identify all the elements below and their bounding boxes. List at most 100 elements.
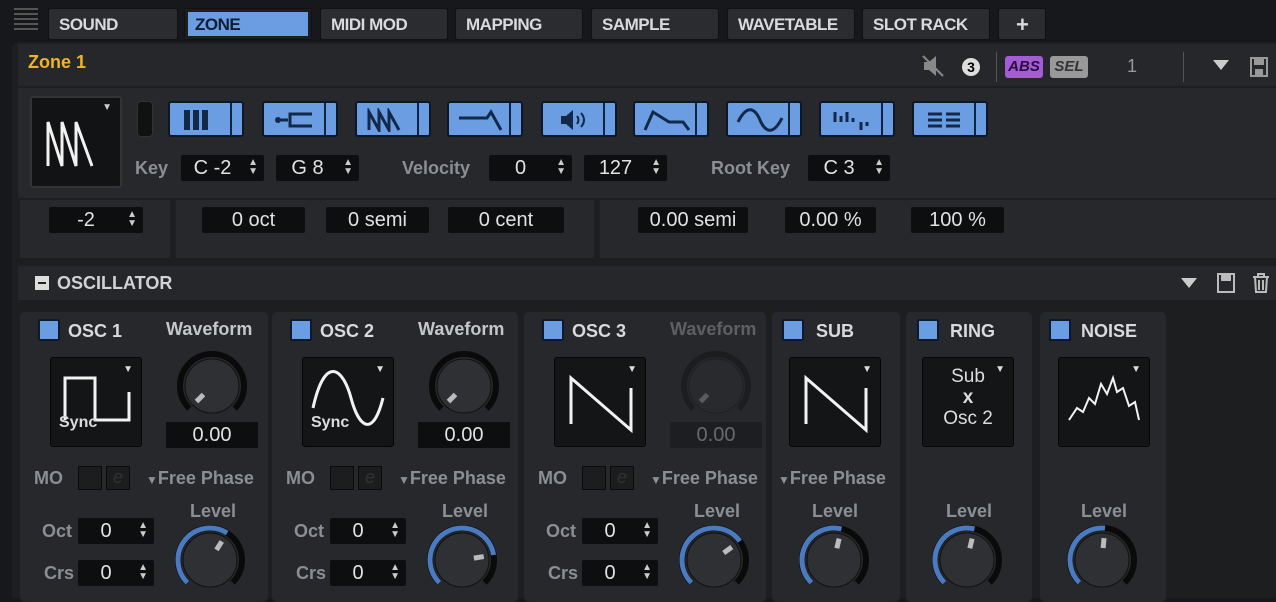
waveform-value[interactable]: 0.00 xyxy=(418,422,510,448)
oct-label: Oct xyxy=(294,521,325,541)
root-key-label: Root Key xyxy=(711,158,791,178)
oct-field[interactable]: 0 ▲ ▼ xyxy=(582,518,658,544)
delete-icon[interactable] xyxy=(1252,273,1270,293)
mute-icon[interactable] xyxy=(922,54,944,78)
tab-sample[interactable]: SAMPLE xyxy=(591,8,719,40)
e-button[interactable]: e xyxy=(610,466,634,490)
waveform-selector[interactable]: ▼ Sync xyxy=(50,357,142,447)
divider xyxy=(1183,52,1184,82)
knob[interactable] xyxy=(174,348,250,424)
e-button[interactable]: e xyxy=(106,466,130,490)
noise-type-selector[interactable]: ▼ xyxy=(1058,357,1150,447)
ring-level-label: Level xyxy=(946,501,993,521)
osc-enable-checkbox[interactable] xyxy=(290,319,312,341)
noise-level-label: Level xyxy=(1081,501,1128,521)
ring-name: RING xyxy=(950,321,995,341)
phase-dropdown[interactable]: ▼Free Phase xyxy=(650,468,758,489)
cent-field[interactable]: 0 cent xyxy=(448,207,564,233)
oct-field[interactable]: 0 ▲ ▼ xyxy=(330,518,406,544)
knob[interactable] xyxy=(678,348,754,424)
voice-group-icon[interactable]: 3 xyxy=(956,52,986,82)
mo-checkbox[interactable] xyxy=(78,466,102,490)
filter-icon xyxy=(459,109,503,131)
filter-editor-button[interactable] xyxy=(447,101,523,137)
modulation-matrix-icon xyxy=(928,112,960,128)
velocity-low-field[interactable]: 0 ▲ ▼ xyxy=(489,155,572,181)
tab-zone[interactable]: ZONE xyxy=(184,8,312,40)
ring-enable-checkbox[interactable] xyxy=(917,319,939,341)
speaker-icon xyxy=(561,110,585,130)
collapse-icon[interactable] xyxy=(35,276,49,290)
phase-dropdown[interactable]: ▼Free Phase xyxy=(146,468,254,489)
keyboard-editor-button[interactable] xyxy=(168,101,244,137)
key-low-field[interactable]: C -2 ▲ ▼ xyxy=(181,155,264,181)
add-tab-button[interactable]: + xyxy=(998,8,1046,40)
modulation-matrix-button[interactable] xyxy=(912,101,988,137)
knob[interactable] xyxy=(172,522,248,598)
waveform-label: Waveform xyxy=(670,319,757,339)
abs-button[interactable]: ABS xyxy=(1005,56,1043,78)
tab-midi-mod[interactable]: MIDI MOD xyxy=(320,8,448,40)
lfo-editor-button[interactable] xyxy=(726,101,802,137)
waveform-value[interactable]: 0.00 xyxy=(670,422,762,448)
sub-enable-checkbox[interactable] xyxy=(782,319,804,341)
sync-label: Sync xyxy=(59,414,98,431)
noise-enable-checkbox[interactable] xyxy=(1049,319,1071,341)
step-modulator-editor-button[interactable] xyxy=(819,101,895,137)
knob[interactable] xyxy=(424,522,500,598)
level-percent-field[interactable]: 100 % xyxy=(911,207,1004,233)
zone-type-selector[interactable]: ▼ xyxy=(30,96,122,188)
octave-field[interactable]: 0 oct xyxy=(202,207,305,233)
crs-field[interactable]: 0 ▲ ▼ xyxy=(330,560,406,586)
knob[interactable] xyxy=(796,522,872,598)
sel-button[interactable]: SEL xyxy=(1050,56,1088,78)
pitch-semi-field[interactable]: 0.00 semi xyxy=(638,207,748,233)
wavetable-editor-button[interactable] xyxy=(355,101,431,137)
tab-slot-rack[interactable]: SLOT RACK xyxy=(862,8,990,40)
sub-waveform-selector[interactable]: ▼ xyxy=(789,357,881,447)
section-title: OSCILLATOR xyxy=(57,273,173,293)
tune-field[interactable]: -2 ▲ ▼ xyxy=(49,207,143,233)
waveform-selector[interactable]: ▼ xyxy=(554,357,646,447)
preset-dropdown-icon[interactable] xyxy=(1181,278,1197,288)
tab-mapping[interactable]: MAPPING xyxy=(455,8,583,40)
e-button[interactable]: e xyxy=(358,466,382,490)
amp-editor-button[interactable] xyxy=(541,101,617,137)
root-key-field[interactable]: C 3 ▲ ▼ xyxy=(808,155,890,181)
mo-checkbox[interactable] xyxy=(330,466,354,490)
knob[interactable] xyxy=(426,348,502,424)
semi-field[interactable]: 0 semi xyxy=(326,207,429,233)
level-label: Level xyxy=(190,501,237,521)
osc-enable-checkbox[interactable] xyxy=(38,319,60,341)
key-high-field[interactable]: G 8 ▲ ▼ xyxy=(276,155,359,181)
knob[interactable] xyxy=(676,522,752,598)
velocity-high-field[interactable]: 127 ▲ ▼ xyxy=(584,155,667,181)
waveform-selector[interactable]: ▼ Sync xyxy=(302,357,394,447)
knob[interactable] xyxy=(1064,522,1140,598)
envelope-editor-button[interactable] xyxy=(633,101,709,137)
tab-sound[interactable]: SOUND xyxy=(48,8,178,40)
crs-field[interactable]: 0 ▲ ▼ xyxy=(78,560,154,586)
zone-toggle[interactable] xyxy=(137,101,153,137)
lfo-icon xyxy=(736,108,784,132)
knob[interactable] xyxy=(929,522,1005,598)
mo-label: MO xyxy=(34,468,63,488)
osc-enable-checkbox[interactable] xyxy=(542,319,564,341)
waveform-label: Waveform xyxy=(166,319,253,339)
save-icon[interactable] xyxy=(1250,57,1268,77)
phase-dropdown[interactable]: ▼Free Phase xyxy=(398,468,506,489)
ring-source-selector[interactable]: ▼ Sub x Osc 2 xyxy=(922,357,1014,447)
oct-field[interactable]: 0 ▲ ▼ xyxy=(78,518,154,544)
crs-field[interactable]: 0 ▲ ▼ xyxy=(582,560,658,586)
crs-label: Crs xyxy=(44,563,75,583)
mo-checkbox[interactable] xyxy=(582,466,606,490)
pitch-editor-button[interactable] xyxy=(262,101,338,137)
tab-wavetable[interactable]: WAVETABLE xyxy=(727,8,855,40)
sub-phase-dropdown[interactable]: ▼Free Phase xyxy=(778,468,886,489)
menu-icon[interactable] xyxy=(14,8,38,30)
percent-field[interactable]: 0.00 % xyxy=(785,207,876,233)
waveform-value[interactable]: 0.00 xyxy=(166,422,258,448)
save-preset-icon[interactable] xyxy=(1217,273,1235,293)
crs-label: Crs xyxy=(548,563,579,583)
dropdown-icon[interactable] xyxy=(1213,60,1229,70)
